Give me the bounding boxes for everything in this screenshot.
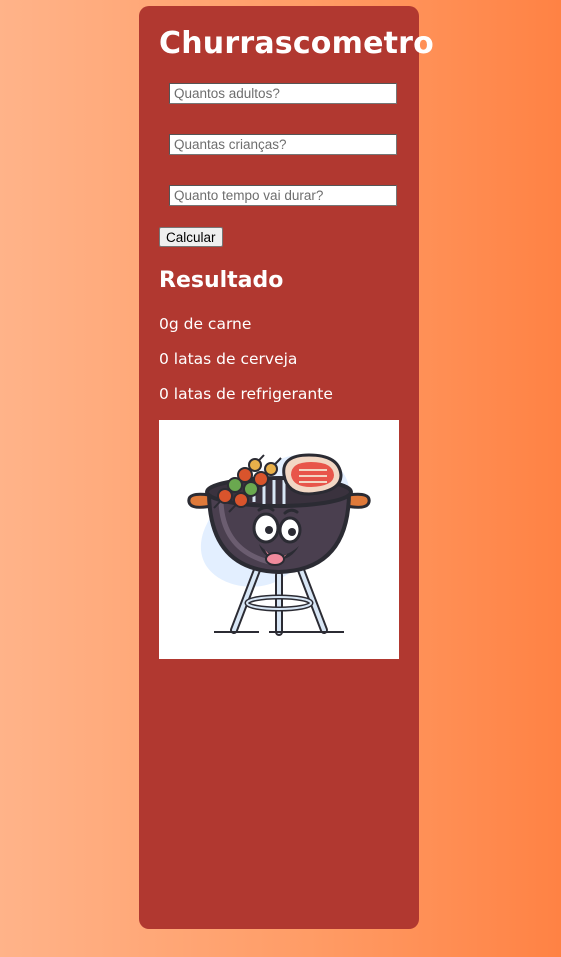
result-soda: 0 latas de refrigerante (159, 385, 333, 403)
result-meat: 0g de carne (159, 315, 252, 333)
main-card: Churrascometro Calcular Resultado 0g de … (139, 6, 434, 929)
adults-input[interactable] (169, 83, 397, 104)
barbecue-image (159, 420, 399, 659)
calculate-button[interactable]: Calcular (159, 227, 223, 247)
duration-input[interactable] (169, 185, 397, 206)
result-beer: 0 latas de cerveja (159, 350, 298, 368)
barbecue-grill-mascot-icon (187, 453, 371, 636)
children-input[interactable] (169, 134, 397, 155)
page-title: Churrascometro (159, 26, 434, 61)
result-heading: Resultado (159, 268, 284, 293)
